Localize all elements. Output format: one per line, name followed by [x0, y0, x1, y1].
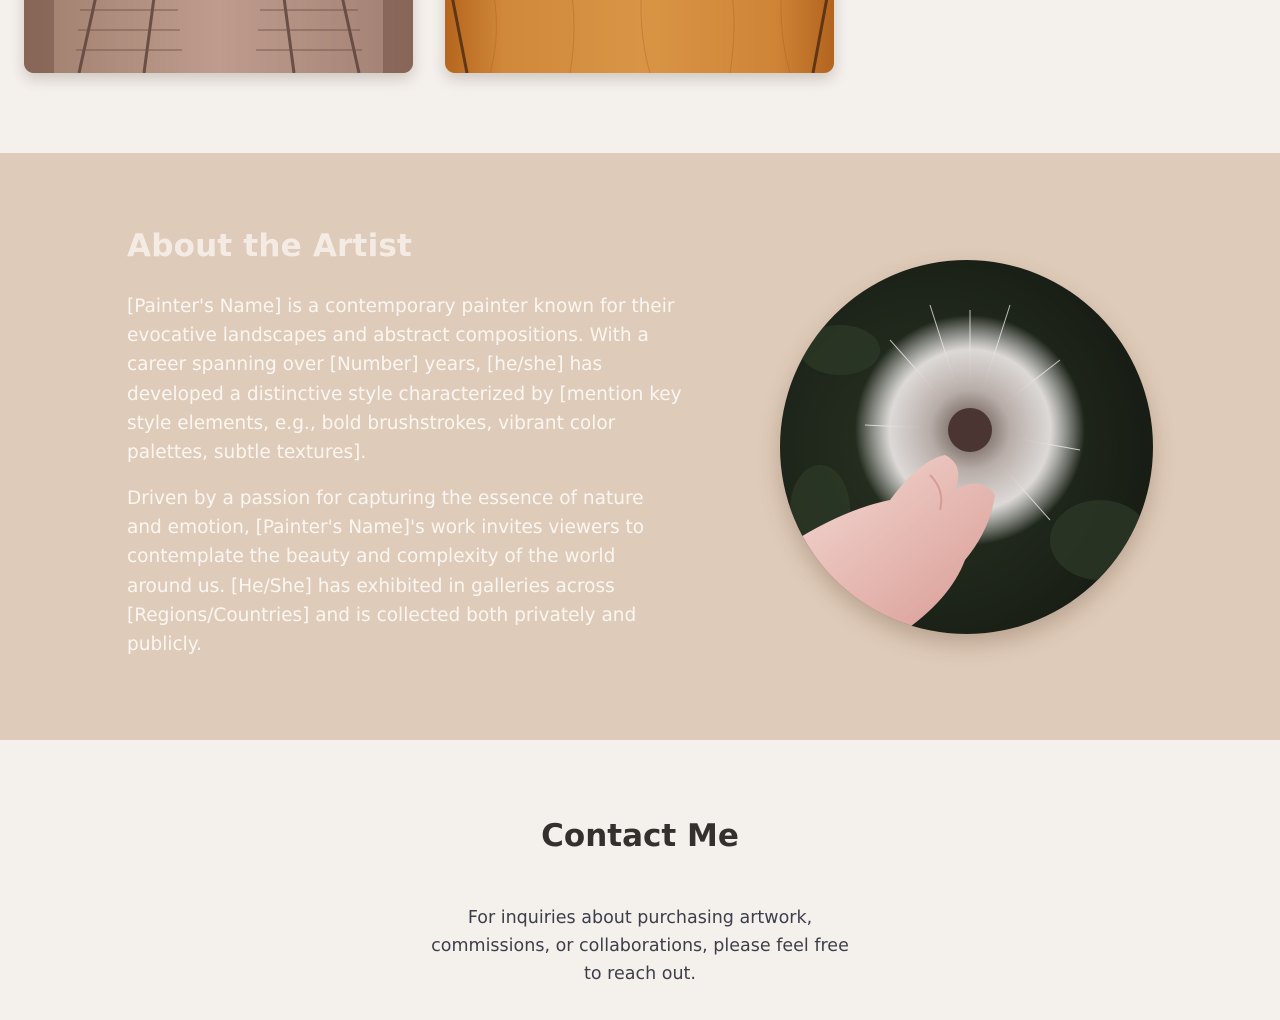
about-title: About the Artist [127, 228, 413, 264]
about-section: About the Artist [Painter's Name] is a c… [0, 153, 1280, 740]
page: About the Artist [Painter's Name] is a c… [0, 0, 1280, 1020]
about-paragraph-1: [Painter's Name] is a contemporary paint… [127, 296, 682, 464]
gallery-card-railway[interactable] [24, 0, 413, 73]
contact-description: For inquiries about purchasing artwork, … [431, 908, 849, 984]
railway-tracks-image [24, 0, 413, 73]
gallery-section [0, 0, 1280, 153]
artist-portrait [780, 260, 1153, 634]
contact-title: Contact Me [541, 818, 739, 854]
wood-panel-image [445, 0, 834, 73]
dandelion-in-hand-image [780, 260, 1153, 634]
about-paragraph-2: Driven by a passion for capturing the es… [127, 488, 645, 656]
gallery-card-wood[interactable] [445, 0, 834, 73]
contact-section: Contact Me For inquiries about purchasin… [0, 740, 1280, 1020]
